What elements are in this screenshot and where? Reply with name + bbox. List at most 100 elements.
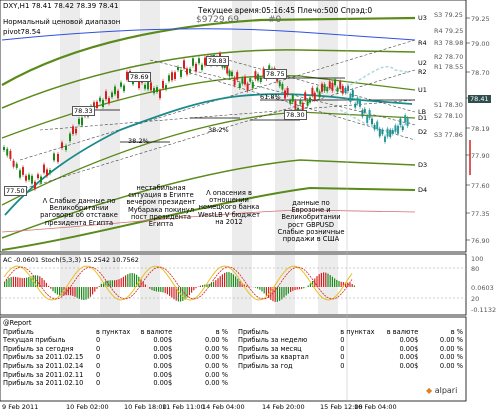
- ac-bar: [307, 285, 309, 287]
- ac-bar: [294, 287, 296, 291]
- ac-bar: [45, 282, 47, 287]
- ac-bar: [125, 275, 127, 287]
- candle-body: [281, 83, 284, 90]
- candle-body: [323, 84, 326, 91]
- ac-bar: [219, 276, 221, 287]
- candle-body: [159, 90, 161, 99]
- candle-body: [78, 118, 80, 125]
- level-price: S3 77.86: [434, 131, 463, 139]
- candle-body: [195, 63, 197, 72]
- ac-bar: [52, 287, 54, 292]
- ac-bar: [81, 287, 83, 300]
- candle-body: [313, 92, 316, 101]
- ac-bar: [290, 287, 292, 292]
- time-tick: 10 Feb 18:00: [124, 403, 167, 411]
- ac-bar: [169, 287, 171, 296]
- ac-bar: [89, 287, 91, 297]
- ac-bar: [254, 287, 256, 288]
- ac-bar: [331, 276, 333, 287]
- ac-bar: [171, 287, 173, 298]
- candle-body: [198, 58, 200, 64]
- news-annotation: Λ опасения в отношении немецкого банка W…: [198, 189, 260, 226]
- candle-body: [96, 101, 98, 109]
- ac-bar: [87, 287, 89, 299]
- ac-bar: [48, 285, 50, 287]
- candle-body: [318, 91, 321, 98]
- candle-body: [347, 85, 349, 92]
- candle-body: [363, 108, 366, 113]
- ac-bar: [329, 275, 331, 287]
- candle-body: [356, 97, 359, 104]
- level-label: D2: [418, 128, 428, 136]
- ac-bar: [334, 278, 336, 287]
- candle-body: [373, 124, 376, 130]
- candle-body: [316, 87, 319, 92]
- candle-body: [344, 87, 347, 93]
- ac-bar: [19, 277, 21, 287]
- candle-body: [238, 83, 241, 88]
- news-annotation: Λ Слабые данные по Великобритании рагово…: [40, 197, 118, 227]
- candle-body: [102, 99, 104, 108]
- candle-body: [259, 78, 262, 82]
- ac-bar: [340, 281, 342, 287]
- ac-bar: [127, 274, 129, 287]
- ac-bar: [26, 277, 28, 287]
- news-annotation: данные по Еврозоне и Великобритании рост…: [277, 199, 345, 244]
- candle-body: [391, 130, 394, 134]
- candle-body: [43, 164, 45, 173]
- time-leverage-info: Текущее время:05:16:45 Плечо:500 Спрэд:0: [198, 6, 373, 15]
- candle-body: [291, 95, 294, 102]
- ac-bar: [239, 280, 241, 287]
- level-price: S1 78.30: [434, 101, 463, 109]
- ac-bar: [114, 280, 116, 287]
- price-axis-ticks: [466, 17, 470, 241]
- report-panel: @Report Прибыль в пунктах в валюте в % При…: [3, 319, 463, 388]
- chart-window[interactable]: DXY,H1 78.41 78.42 78.39 78.41 Нормальны…: [0, 0, 500, 413]
- level-label: D3: [418, 161, 428, 169]
- candle-body: [28, 174, 30, 180]
- ac-bar: [265, 287, 267, 296]
- symbol-info: DXY,H1 78.41 78.42 78.39 78.41: [3, 2, 119, 10]
- candle-body: [301, 102, 304, 110]
- ac-bar: [199, 285, 201, 287]
- ac-bar: [259, 287, 261, 290]
- ac-bar: [314, 278, 316, 287]
- candle-body: [334, 79, 336, 86]
- ac-bar: [309, 283, 311, 287]
- ac-bar: [232, 274, 234, 287]
- ac-bar: [276, 287, 278, 302]
- candle-body: [284, 90, 286, 99]
- ac-bar: [28, 277, 30, 287]
- candle-body: [117, 90, 119, 99]
- candle-body: [171, 72, 173, 81]
- report-row: Прибыль за сегодня 0 0.00$ 0.00 % Прибыль за…: [3, 344, 463, 353]
- candle-body: [123, 85, 125, 92]
- candle-body: [46, 169, 48, 177]
- price-point-label: 78.30: [284, 110, 307, 120]
- candle-body: [114, 86, 116, 95]
- candle-body: [3, 147, 5, 150]
- candle-body: [49, 170, 51, 174]
- ac-bar: [353, 285, 355, 287]
- ac-bar: [133, 273, 135, 287]
- ac-bar: [221, 274, 223, 287]
- indicator-axis: 0.0603: [471, 284, 494, 292]
- candle-body: [15, 163, 18, 168]
- level-label: D1: [418, 114, 428, 122]
- level-label: R2: [418, 68, 427, 76]
- ac-bar: [56, 287, 58, 295]
- candle-body: [299, 100, 302, 105]
- report-row: Прибыль за 2011.02.15 0 0.00$ 0.00 % Прибыль…: [3, 353, 463, 362]
- candle-body: [153, 88, 155, 94]
- candle-body: [72, 126, 74, 134]
- ac-bar: [195, 287, 197, 289]
- candle-body: [69, 133, 71, 142]
- ac-bar: [72, 287, 74, 296]
- candle-body: [328, 81, 331, 89]
- ac-bar: [109, 280, 111, 287]
- level-label: U3: [418, 14, 427, 22]
- candle-body: [366, 115, 369, 123]
- ac-bar: [182, 287, 184, 301]
- ac-bar: [15, 276, 17, 287]
- report-title: @Report: [3, 319, 32, 327]
